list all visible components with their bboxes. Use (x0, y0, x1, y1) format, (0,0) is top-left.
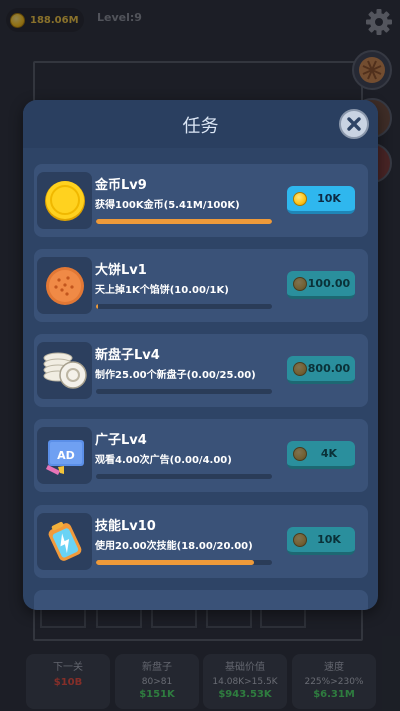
task-name: 新盘子Lv4 (95, 348, 160, 363)
gold-coin-icon (37, 172, 92, 229)
reward-amount: 10K (317, 192, 341, 205)
task-desc: 获得100K金币(5.41M/100K) (95, 200, 240, 211)
task-card-partial (34, 590, 368, 610)
task-progress-bar (96, 219, 272, 224)
reward-amount: 800.00 (307, 362, 351, 375)
task-name: 金币Lv9 (95, 178, 147, 193)
task-name: 大饼Lv1 (95, 263, 147, 278)
coin-icon (293, 361, 307, 376)
claim-reward-button[interactable]: 4K (287, 441, 355, 469)
modal-title: 任务 (182, 116, 219, 137)
coin-icon (293, 532, 307, 547)
claim-reward-button[interactable]: 10K (287, 186, 355, 214)
task-progress-fill (96, 219, 272, 224)
ad-icon: AD (37, 427, 92, 484)
coin-icon (293, 446, 307, 461)
reward-amount: 4K (320, 447, 338, 460)
plates-icon (37, 342, 92, 399)
task-desc: 使用20.00次技能(18.00/20.00) (95, 541, 253, 552)
coin-icon (293, 191, 307, 206)
task-card-coins: 金币Lv9 获得100K金币(5.41M/100K) 10K (34, 164, 368, 237)
svg-text:AD: AD (57, 449, 75, 462)
task-card-ads: AD 广子Lv4 观看4.00次广告(0.00/4.00) 4K (34, 419, 368, 492)
task-progress-fill (96, 560, 255, 565)
task-progress-bar (96, 389, 272, 394)
reward-amount: 10K (317, 533, 341, 546)
battery-icon (37, 513, 92, 570)
task-progress-bar (96, 304, 272, 309)
task-name: 广子Lv4 (95, 433, 147, 448)
task-card-new-plate: 新盘子Lv4 制作25.00个新盘子(0.00/25.00) 800.00 (34, 334, 368, 407)
claim-reward-button[interactable]: 800.00 (287, 356, 355, 384)
task-card-skill: 技能Lv10 使用20.00次技能(18.00/20.00) 10K (34, 505, 368, 578)
task-desc: 观看4.00次广告(0.00/4.00) (95, 455, 232, 466)
task-modal: 任务 金币Lv9 获得100K金币(5.41M/100K) 10K 大饼Lv1 … (23, 100, 378, 610)
task-name: 技能Lv10 (95, 519, 156, 534)
task-card-pie: 大饼Lv1 天上掉1K个馅饼(10.00/1K) 100.00 (34, 249, 368, 322)
task-desc: 天上掉1K个馅饼(10.00/1K) (95, 285, 229, 296)
close-button[interactable] (339, 109, 369, 139)
reward-amount: 100.00 (307, 277, 351, 290)
modal-header: 任务 (23, 100, 378, 148)
pie-icon (37, 257, 92, 314)
coin-icon (293, 276, 307, 291)
task-progress-fill (96, 304, 98, 309)
claim-reward-button[interactable]: 10K (287, 527, 355, 555)
close-icon (347, 117, 361, 131)
task-progress-bar (96, 560, 272, 565)
task-desc: 制作25.00个新盘子(0.00/25.00) (95, 370, 256, 381)
task-progress-bar (96, 474, 272, 479)
claim-reward-button[interactable]: 100.00 (287, 271, 355, 299)
